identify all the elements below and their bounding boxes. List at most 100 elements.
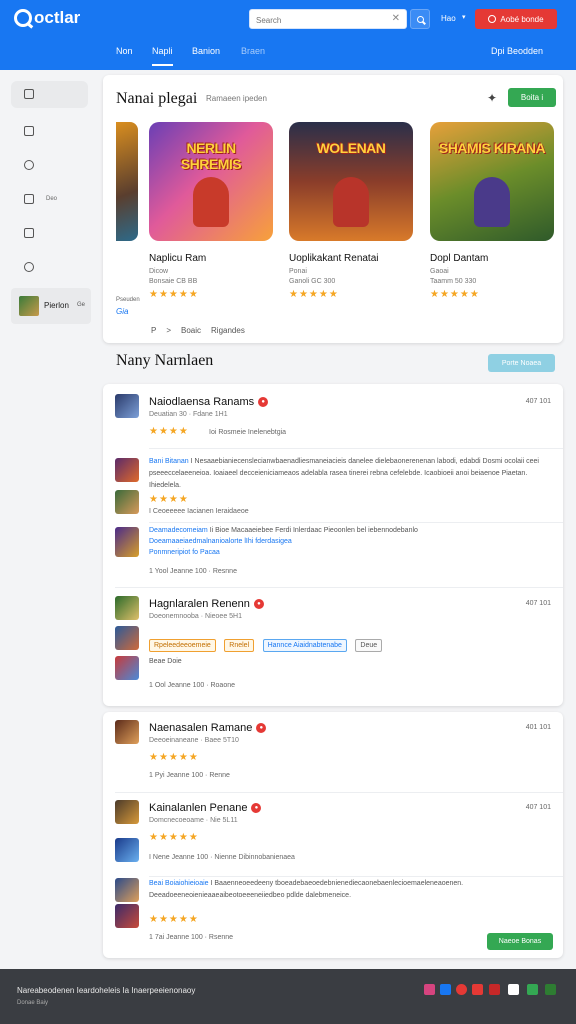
featured-subtitle: Ramaeen ipeden [206, 94, 267, 103]
instagram-icon[interactable] [424, 984, 435, 995]
header-cta-button[interactable]: Aobé bonde [475, 9, 557, 29]
more-button[interactable]: Naeoe Bonas [487, 933, 553, 950]
entry-footer: 1 Yool Jeanne 100 · Resnne [149, 568, 237, 575]
entry-text: I Nesaaebianiecenslecianwbaenadliesmanei… [149, 458, 539, 489]
list-item[interactable]: Bani Bitanan I Nesaaebianiecenslecianwba… [115, 456, 551, 520]
game-card[interactable]: WOLENAN Uoplikakant Renatai Ponai Ganoli… [289, 122, 413, 300]
target-icon[interactable] [24, 262, 34, 272]
home-icon[interactable] [24, 194, 34, 204]
entry-body: Beai Boiaiohieioaie I Baaenneoeedeeny tb… [149, 878, 553, 902]
tag[interactable]: Rnelel [224, 639, 255, 652]
grid-icon[interactable] [24, 126, 34, 136]
avatar[interactable] [115, 596, 139, 620]
game-name[interactable]: Naplicu Ram [149, 253, 273, 264]
search-input[interactable] [250, 11, 380, 30]
list-item[interactable]: Naiodlaensa Ranams ● Deuatian 30 · Fdane … [115, 394, 551, 440]
avatar[interactable] [115, 490, 139, 514]
chevron-right-icon[interactable]: > [166, 326, 171, 335]
facebook-icon[interactable] [440, 984, 451, 995]
youtube-icon[interactable] [489, 984, 500, 995]
game-thumbnail[interactable]: NERLIN SHREMIS [149, 122, 273, 241]
tag[interactable]: Hannce Aiaidnabtenabe [262, 639, 347, 652]
entry-title[interactable]: Naiodlaensa Ranams ● [149, 396, 269, 408]
list-item[interactable]: Kainalanlen Penane ● 407 101 Domcnecoeoam… [115, 800, 551, 870]
avatar[interactable] [115, 720, 139, 744]
game-thumbnail[interactable]: SHAMIS KIRANA [430, 122, 554, 241]
logo-text: octlar [34, 8, 81, 27]
whatsapp-icon[interactable] [545, 984, 556, 995]
search-button[interactable] [410, 9, 430, 29]
entry-link[interactable]: Doeamaaeiaedmalnanioalorte lIhi fderdasi… [149, 538, 292, 545]
entry-body: Bani Bitanan I Nesaaebianiecenslecianwba… [149, 456, 553, 492]
section-button[interactable]: Porte Noaea [488, 354, 555, 372]
featured-side-link[interactable]: Gia [116, 307, 128, 316]
reddit-icon[interactable] [472, 984, 483, 995]
game-banner: SHAMIS KIRANA [438, 140, 546, 156]
post-list-card: Naenasalen Ramane ● 401 101 Deeoeinaneane… [103, 712, 563, 958]
sidebar-item-bag[interactable] [11, 81, 88, 108]
entry-link[interactable]: Beae Doie [149, 656, 553, 668]
tab-braen[interactable]: Braen [241, 46, 265, 56]
chevron-down-icon[interactable]: ▾ [462, 13, 466, 21]
sidebar-user[interactable]: Pierlon Ge [11, 288, 91, 324]
game-thumb-peek[interactable] [116, 122, 138, 241]
avatar[interactable] [115, 458, 139, 482]
avatar[interactable] [115, 878, 139, 902]
entry-link[interactable]: Bani Bitanan [149, 458, 189, 465]
tab-napli[interactable]: Napli [152, 46, 173, 66]
rating-stars: ★★★★★ [149, 289, 199, 300]
entry-text: Ii Bioe Macaaeiebee Ferdi Inlerdaac Pieo… [209, 527, 418, 534]
search-icon [416, 15, 424, 23]
rating-stars: ★★★★★ [289, 289, 339, 300]
avatar[interactable] [115, 904, 139, 928]
entry-link[interactable]: Beai Boiaiohieioaie [149, 880, 209, 887]
pinterest-icon[interactable] [456, 984, 467, 995]
featured-button[interactable]: Boita i [508, 88, 556, 107]
clear-icon[interactable]: ✕ [392, 13, 400, 24]
list-item[interactable]: Hagnlaralen Renenn ● 407 101 Doeonemnooba… [115, 596, 551, 696]
avatar[interactable] [115, 394, 139, 418]
game-card[interactable]: NERLIN SHREMIS Naplicu Ram Dicow Bonsaie… [149, 122, 273, 300]
entry-link[interactable]: Deamadecomeiam [149, 527, 208, 534]
tag[interactable]: Deue [355, 639, 383, 652]
post-list-card: Naiodlaensa Ranams ● Deuatian 30 · Fdane … [103, 384, 563, 706]
game-name[interactable]: Dopl Dantam [430, 253, 554, 264]
logo-mark-icon [14, 9, 32, 27]
avatar[interactable] [115, 800, 139, 824]
tag[interactable]: Rpeleedeeoemeie [149, 639, 216, 652]
avatar[interactable] [115, 656, 139, 680]
rating-label: Ioi Rosmeie Inelenebtgia [209, 429, 287, 436]
pager-label[interactable]: Boaic [181, 326, 201, 335]
tab-non[interactable]: Non [116, 46, 133, 56]
line-icon[interactable] [527, 984, 538, 995]
entry-title[interactable]: Naenasalen Ramane ● [149, 722, 267, 734]
entry-title[interactable]: Kainalanlen Penane ● [149, 802, 262, 814]
tab-banion[interactable]: Banion [192, 46, 220, 56]
logo[interactable]: octlar [14, 8, 80, 28]
list-icon[interactable] [24, 228, 34, 238]
entry-subtitle: Deeoeinaneane · Baee 5T10 [149, 737, 239, 744]
list-item[interactable]: Naenasalen Ramane ● 401 101 Deeoeinaneane… [115, 720, 551, 790]
rating-stars: ★★★★★ [430, 289, 480, 300]
threads-icon[interactable] [508, 984, 519, 995]
game-name[interactable]: Uoplikakant Renatai [289, 253, 413, 264]
avatar[interactable] [115, 838, 139, 862]
list-item[interactable]: Deamadecomeiam Ii Bioe Macaaeiebee Ferdi… [115, 525, 551, 583]
avatar[interactable] [115, 527, 139, 557]
game-thumbnail[interactable]: WOLENAN [289, 122, 413, 241]
user-menu[interactable]: Hao [441, 14, 456, 23]
game-meta: Gaoai [430, 268, 449, 275]
entry-title[interactable]: Hagnlaralen Renenn ● [149, 598, 264, 610]
header-right-link[interactable]: Dpi Beodden [491, 46, 543, 56]
page-footer: Nareabeodenen Ieardoheleis Ia Inaerpeeie… [0, 969, 576, 1024]
globe-icon[interactable] [24, 160, 34, 170]
game-card[interactable]: SHAMIS KIRANA Dopl Dantam Gaoai Taamm 50… [430, 122, 554, 300]
play-icon[interactable]: P [151, 326, 156, 335]
entry-link[interactable]: Ponmneripiot fo Pacaa [149, 549, 220, 556]
sparkle-icon[interactable]: ✦ [487, 91, 497, 105]
verified-icon: ● [253, 599, 264, 610]
avatar[interactable] [115, 626, 139, 650]
pager-label[interactable]: Rigandes [211, 326, 245, 335]
entry-footer: I Nene Jeanne 100 · Nienne Dibinnobanien… [149, 854, 295, 861]
list-item[interactable]: Beai Boiaiohieioaie I Baaenneoeedeeny tb… [115, 878, 551, 944]
